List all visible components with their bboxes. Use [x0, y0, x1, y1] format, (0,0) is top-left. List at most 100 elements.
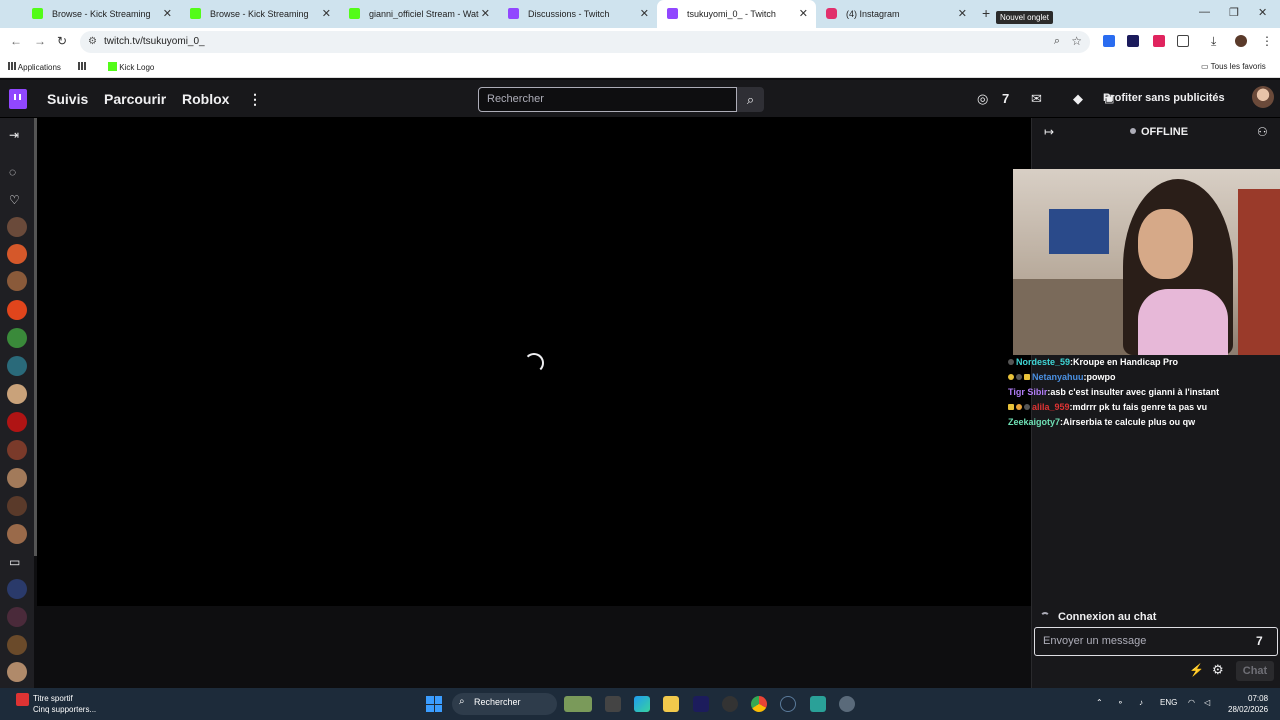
profile-avatar[interactable]	[1235, 35, 1247, 47]
premiere-pro-icon[interactable]	[693, 696, 709, 712]
video-player[interactable]	[37, 118, 1031, 606]
tab-close-icon[interactable]: ✕	[958, 7, 967, 20]
windows-start-icon[interactable]	[426, 696, 442, 712]
nav-browse[interactable]: Parcourir	[104, 91, 166, 107]
new-tab-button[interactable]: +	[982, 5, 990, 21]
download-icon[interactable]: ⤓	[1211, 34, 1216, 49]
forward-icon[interactable]: →	[34, 34, 46, 48]
channel-avatar[interactable]	[7, 662, 27, 682]
nav-more-icon[interactable]: ⋮	[248, 91, 262, 108]
tab-close-icon[interactable]: ✕	[799, 7, 808, 20]
tab-close-icon[interactable]: ✕	[322, 7, 331, 20]
extension-icon[interactable]	[1127, 35, 1139, 47]
channel-avatar[interactable]	[7, 579, 27, 599]
extension-icon[interactable]	[1103, 35, 1115, 47]
channel-avatar[interactable]	[7, 244, 27, 264]
expand-sidebar-icon[interactable]: ⇥	[9, 128, 19, 142]
search-input[interactable]: Rechercher	[478, 87, 737, 112]
task-view-icon[interactable]	[605, 696, 621, 712]
microphone-icon[interactable]: ♪	[1139, 698, 1143, 707]
channel-avatar[interactable]	[7, 217, 27, 237]
chat-settings-gear-icon[interactable]: ⚙	[1212, 662, 1224, 678]
app-icon[interactable]	[722, 696, 738, 712]
system-clock[interactable]: 07:08 28/02/2026	[1228, 693, 1268, 715]
extension-icon[interactable]	[1153, 35, 1165, 47]
file-explorer-icon[interactable]	[663, 696, 679, 712]
chat-username[interactable]: Netanyahuu	[1032, 372, 1084, 382]
channel-avatar[interactable]	[7, 356, 27, 376]
tab-close-icon[interactable]: ✕	[163, 7, 172, 20]
taskbar-widget-image[interactable]	[564, 696, 592, 712]
search-button[interactable]: ⌕	[737, 87, 764, 112]
news-widget-icon[interactable]	[16, 693, 29, 706]
recommended-icon[interactable]: ◌	[9, 165, 16, 179]
browser-tab[interactable]: Discussions - Twitch ✕	[498, 0, 657, 28]
chat-username[interactable]: Zeekaigoty7	[1008, 417, 1060, 427]
language-indicator[interactable]: ENG	[1160, 698, 1177, 707]
inbox-icon[interactable]: ✉	[1031, 91, 1042, 107]
community-icon[interactable]: ⚇	[1257, 125, 1268, 139]
twitch-logo-icon[interactable]	[9, 89, 27, 109]
bookmark-star-icon[interactable]: ☆	[1071, 34, 1082, 48]
maximize-icon[interactable]: ❐	[1229, 6, 1239, 19]
channel-avatar[interactable]	[7, 524, 27, 544]
channel-avatar[interactable]	[7, 468, 27, 488]
reload-icon[interactable]: ↻	[57, 34, 67, 48]
news-widget[interactable]: Titre sportif Cinq supporters...	[33, 693, 96, 715]
tray-chevron-icon[interactable]: ⌃	[1096, 698, 1103, 707]
wifi-icon[interactable]: ◠	[1188, 698, 1195, 707]
taskbar-search[interactable]: ⌕ Rechercher	[452, 693, 557, 715]
channel-avatar[interactable]	[7, 635, 27, 655]
volume-icon[interactable]: ◁	[1204, 698, 1210, 707]
window-close-icon[interactable]: ✕	[1258, 6, 1267, 19]
seventv-emote-icon[interactable]: 7	[1256, 634, 1263, 648]
channel-points-icon[interactable]: ⚡	[1189, 663, 1204, 677]
channel-avatar[interactable]	[7, 300, 27, 320]
bookmark-all-favorites[interactable]: ▭ Tous les favoris	[1201, 62, 1266, 71]
zoom-icon[interactable]: ⌕	[1054, 35, 1060, 48]
bookmark-applications[interactable]: Applications	[8, 62, 61, 72]
channel-avatar[interactable]	[7, 440, 27, 460]
extensions-puzzle-icon[interactable]	[1177, 35, 1189, 47]
ad-free-button[interactable]: Profiter sans publicités	[1103, 92, 1225, 104]
heart-icon[interactable]: ♡	[9, 193, 20, 207]
chrome-icon[interactable]	[751, 696, 767, 712]
nav-roblox[interactable]: Roblox	[182, 91, 229, 107]
bookmark-kick-logo[interactable]: Kick Logo	[108, 62, 154, 72]
address-bar[interactable]: ⚙ twitch.tv/tsukuyomi_0_ ⌕ ☆	[80, 31, 1090, 53]
seventv-icon[interactable]: 7	[1002, 91, 1009, 106]
minimize-icon[interactable]: —	[1199, 6, 1210, 18]
chat-send-button[interactable]: Chat	[1236, 661, 1274, 681]
browser-tab-active[interactable]: tsukuyomi_0_ - Twitch ✕	[657, 0, 816, 28]
chat-message-input[interactable]: Envoyer un message	[1034, 627, 1278, 656]
copilot-icon[interactable]	[634, 696, 650, 712]
tab-close-icon[interactable]: ✕	[481, 7, 490, 20]
drops-icon[interactable]: ◎	[977, 91, 988, 107]
channel-avatar[interactable]	[7, 384, 27, 404]
channel-avatar[interactable]	[7, 271, 27, 291]
settings-icon[interactable]	[839, 696, 855, 712]
chat-username[interactable]: Nordeste_59	[1016, 357, 1070, 367]
channel-avatar[interactable]	[7, 496, 27, 516]
browser-tab[interactable]: Browse - Kick Streaming ✕	[180, 0, 339, 28]
channel-avatar[interactable]	[7, 412, 27, 432]
bits-icon[interactable]: ◆	[1073, 91, 1083, 107]
nav-following[interactable]: Suivis	[47, 91, 88, 107]
video-camera-icon[interactable]: ▭	[9, 555, 20, 569]
channel-avatar[interactable]	[7, 607, 27, 627]
browser-tab[interactable]: gianni_officiel Stream - Watch L ✕	[339, 0, 498, 28]
chat-username[interactable]: Tigr Sibir	[1008, 387, 1047, 397]
user-avatar[interactable]	[1252, 86, 1274, 108]
chat-username[interactable]: alila_959	[1032, 402, 1070, 412]
tab-close-icon[interactable]: ✕	[640, 7, 649, 20]
steam-icon[interactable]	[780, 696, 796, 712]
app-icon[interactable]	[810, 696, 826, 712]
tray-app-icon[interactable]: ⚬	[1117, 698, 1124, 707]
back-icon[interactable]: ←	[10, 34, 22, 48]
channel-avatar[interactable]	[7, 328, 27, 348]
bookmark-grid-icon[interactable]	[78, 62, 86, 72]
browser-tab[interactable]: (4) Instagram ✕	[816, 0, 975, 28]
collapse-chat-icon[interactable]: ↦	[1044, 125, 1054, 139]
browser-tab[interactable]: Browse - Kick Streaming ✕	[22, 0, 180, 28]
menu-icon[interactable]: ⋮	[1261, 34, 1273, 48]
